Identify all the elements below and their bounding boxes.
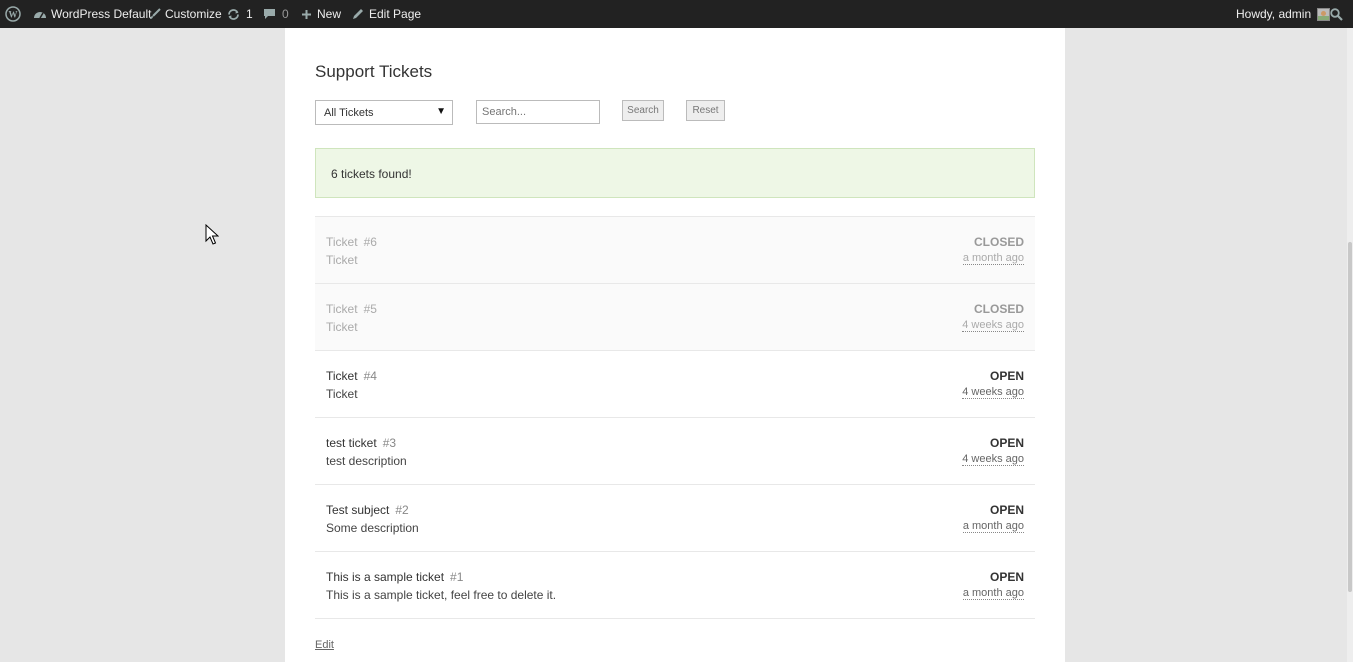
ticket-status: CLOSED — [973, 235, 1024, 249]
ticket-status: OPEN — [989, 369, 1024, 383]
page-title: Support Tickets — [315, 62, 433, 81]
ticket-subject[interactable]: Ticket #5 — [326, 302, 377, 316]
svg-text:W: W — [9, 10, 18, 20]
ticket-time: a month ago — [962, 587, 1024, 600]
ticket-subject-text: Ticket — [326, 302, 358, 316]
ticket-row[interactable]: Ticket #4 Ticket OPEN 4 weeks ago — [315, 351, 1035, 418]
ticket-description: This is a sample ticket, feel free to de… — [326, 588, 557, 602]
dashboard-icon — [34, 12, 46, 19]
ticket-subject[interactable]: This is a sample ticket #1 — [326, 570, 463, 584]
dropdown-arrow-icon: ▼ — [436, 106, 446, 117]
ticket-status: OPEN — [989, 503, 1024, 517]
ticket-description: Ticket — [326, 253, 358, 267]
ticket-description: test description — [326, 454, 407, 468]
ticket-subject[interactable]: Test subject #2 — [326, 503, 409, 517]
site-name-link[interactable]: WordPress Default — [33, 0, 151, 28]
customize-link[interactable]: Customize — [149, 0, 222, 28]
ticket-row[interactable]: Test subject #2 Some description OPEN a mont… — [315, 485, 1035, 552]
my-account-link[interactable]: Howdy, admin — [1236, 0, 1331, 28]
ticket-number: #3 — [382, 436, 397, 450]
search-icon — [1330, 7, 1343, 21]
reset-button[interactable]: Reset — [686, 100, 725, 121]
howdy-label: Howdy, admin — [1236, 7, 1312, 21]
ticket-number: #2 — [395, 503, 409, 517]
scrollbar-thumb[interactable] — [1348, 242, 1352, 592]
edit-page-label: Edit Page — [369, 7, 422, 21]
ticket-status: OPEN — [989, 436, 1024, 450]
comments-link[interactable]: 0 — [263, 0, 289, 28]
brush-icon — [150, 8, 161, 19]
ticket-time: 4 weeks ago — [962, 386, 1024, 399]
ticket-list: Ticket #6 Ticket CLOSED a month ago Ticket #5 T… — [315, 216, 1035, 619]
ticket-row[interactable]: Ticket #5 Ticket CLOSED 4 weeks ago — [315, 284, 1035, 351]
ticket-time: a month ago — [962, 252, 1024, 265]
ticket-subject[interactable]: Ticket #4 — [326, 369, 377, 383]
ticket-number: #4 — [363, 369, 377, 383]
avatar — [1317, 7, 1331, 21]
new-content-link[interactable]: New — [301, 0, 341, 28]
ticket-status: OPEN — [989, 570, 1024, 584]
site-name-label: WordPress Default — [51, 7, 152, 21]
admin-bar: W WordPress Default Customize 1 0 New Ed… — [0, 0, 1353, 28]
ticket-description: Some description — [326, 521, 419, 535]
ticket-filter-select[interactable]: All Tickets ▼ — [315, 100, 453, 125]
ticket-subject-text: This is a sample ticket — [326, 570, 445, 584]
updates-icon — [228, 8, 239, 20]
mouse-cursor-icon — [205, 224, 219, 245]
ticket-number: #5 — [363, 302, 377, 316]
ticket-number: #6 — [363, 235, 377, 249]
ticket-description: Ticket — [326, 320, 358, 334]
edit-page-link[interactable]: Edit Page — [352, 0, 421, 28]
ticket-time: 4 weeks ago — [962, 453, 1024, 466]
ticket-subject[interactable]: Ticket #6 — [326, 235, 377, 249]
ticket-description: Ticket — [326, 387, 358, 401]
ticket-subject-text: Ticket — [326, 235, 358, 249]
content-area: Support Tickets All Tickets ▼ Search Res… — [285, 28, 1065, 662]
ticket-subject-text: test ticket — [326, 436, 377, 450]
ticket-subject-text: Test subject — [326, 503, 390, 517]
ticket-status: CLOSED — [973, 302, 1024, 316]
customize-label: Customize — [165, 7, 222, 21]
ticket-search-input[interactable] — [476, 100, 600, 124]
ticket-subject[interactable]: test ticket #3 — [326, 436, 396, 450]
scrollbar[interactable] — [1347, 28, 1353, 662]
updates-link[interactable]: 1 — [227, 0, 253, 28]
filter-selected-value: All Tickets — [324, 107, 374, 119]
tickets-found-notice: 6 tickets found! — [315, 148, 1035, 198]
ticket-row[interactable]: Ticket #6 Ticket CLOSED a month ago — [315, 217, 1035, 284]
search-button[interactable]: Search — [622, 100, 664, 121]
ticket-time: 4 weeks ago — [962, 319, 1024, 332]
ticket-row[interactable]: test ticket #3 test description OPEN 4 weeks… — [315, 418, 1035, 485]
plus-icon — [302, 9, 311, 19]
ticket-time: a month ago — [962, 520, 1024, 533]
ticket-subject-text: Ticket — [326, 369, 358, 383]
comment-icon — [264, 9, 275, 19]
wordpress-logo-button[interactable]: W — [5, 0, 21, 28]
ticket-row[interactable]: This is a sample ticket #1 This is a sampl… — [315, 552, 1035, 619]
wordpress-icon: W — [5, 6, 21, 22]
ticket-number: #1 — [450, 570, 464, 584]
comments-count: 0 — [282, 7, 289, 21]
pencil-icon — [353, 9, 363, 19]
adminbar-search-button[interactable] — [1330, 0, 1343, 28]
updates-count: 1 — [246, 7, 253, 21]
edit-link[interactable]: Edit — [315, 639, 334, 651]
new-label: New — [317, 7, 342, 21]
